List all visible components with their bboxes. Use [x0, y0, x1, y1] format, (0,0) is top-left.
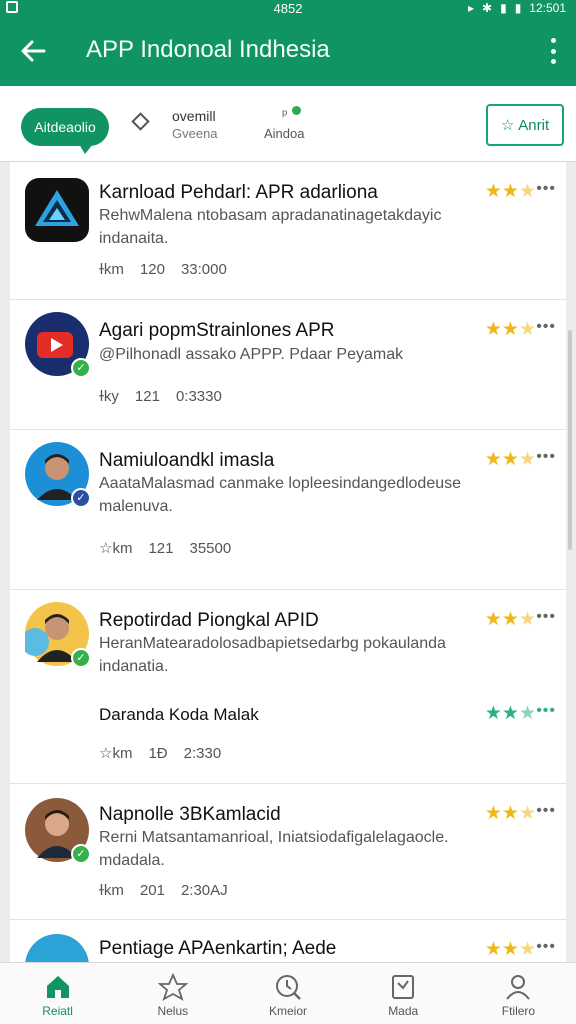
overflow-menu-icon[interactable]	[548, 38, 558, 64]
battery-icon: ▮	[514, 1, 522, 15]
app-meta: ɫkm 201 2:30AJ	[99, 882, 228, 899]
nav-profile[interactable]: Ftilero	[461, 963, 576, 1024]
status-icons: ▸ ✱ ▮ ▮ 12:501	[468, 1, 566, 15]
app-name: Karnload Pehdarl: APR adarliona	[99, 182, 378, 203]
triangle-logo-icon	[35, 190, 79, 226]
app-description: RehwMalena ntobasam apradanatinagetakday…	[99, 207, 442, 247]
nav-label: Ftilero	[501, 1004, 536, 1018]
app-description: @Pilhonadl assako APPP. Pdaar Peyamak	[99, 346, 404, 363]
list-item[interactable]: Pentiage APAenkartin; Aede ★★★ •••	[10, 920, 566, 962]
scrollbar[interactable]	[568, 330, 572, 550]
app-description: HeranMatearadolosadbapietsedarbg pokaula…	[99, 635, 446, 675]
app-name: Namiuloandkl imasla	[99, 450, 275, 471]
star-icon	[157, 973, 188, 1001]
rating-stars-secondary: ★★★	[484, 703, 536, 724]
app-name: Pentiage APAenkartin; Aede	[99, 938, 337, 959]
active-dot	[292, 106, 301, 115]
rating-stars: ★★★	[484, 803, 536, 824]
more-icon[interactable]: •••	[536, 318, 556, 336]
pin-icon: ᵖ	[282, 106, 288, 122]
app-meta: ☆km 121 35500	[99, 540, 232, 557]
bluetooth-icon: ✱	[482, 1, 493, 15]
app-meta: ɫkm 120 33:000	[99, 261, 227, 278]
nav-news[interactable]: Nelus	[115, 963, 230, 1024]
rating-stars: ★★★	[484, 449, 536, 470]
diamond-icon	[131, 112, 150, 131]
filter-item-1-sub: Gveena	[172, 126, 218, 141]
star-outline-icon: ☆	[500, 117, 515, 134]
app-bar: APP Indonoal Indhesia	[0, 18, 576, 86]
verified-badge-icon: ✓	[71, 844, 91, 864]
rating-stars: ★★★	[484, 319, 536, 340]
app-icon	[25, 178, 89, 242]
bottom-nav: Reiatl Nelus Kmeior Mada Ftilero	[0, 962, 576, 1024]
app-description: AaataMalasmad canmake lopleesindangedlod…	[99, 475, 462, 515]
verified-badge-icon: ✓	[71, 358, 91, 378]
verified-badge-icon: ✓	[71, 488, 91, 508]
home-icon	[46, 976, 69, 998]
more-icon[interactable]: •••	[536, 802, 556, 820]
rating-stars: ★★★	[484, 181, 536, 202]
rate-button-label: Anrit	[518, 116, 550, 134]
filter-item-1-title: ovemill	[172, 108, 216, 124]
back-arrow-icon[interactable]	[18, 36, 48, 66]
app-sub-name: Daranda Koda Malak	[99, 705, 259, 724]
nav-label: Reiatl	[42, 1004, 73, 1018]
rating-stars: ★★★	[484, 609, 536, 630]
more-icon[interactable]: •••	[536, 180, 556, 198]
nav-label: Kmeior	[269, 1004, 308, 1018]
status-time: 12:501	[529, 1, 566, 15]
rating-stars: ★★★	[484, 939, 536, 960]
app-meta: ☆km 1Đ 2:330	[99, 745, 222, 762]
app-icon: ✓	[25, 442, 91, 508]
more-icon[interactable]: •••	[536, 938, 556, 956]
page-title: APP Indonoal Indhesia	[86, 36, 330, 63]
list-item[interactable]: Karnload Pehdarl: APR adarliona RehwMale…	[10, 162, 566, 300]
app-name: Napnolle 3BKamlacid	[99, 804, 281, 825]
rate-button[interactable]: ☆ Anrit	[486, 104, 564, 146]
more-icon[interactable]: •••	[536, 608, 556, 626]
clock-search-icon	[276, 975, 301, 1000]
document-icon	[392, 975, 415, 999]
app-meta: ɫky 121 0:3330	[99, 388, 222, 405]
filter-chip-active[interactable]: Aitdeaolio	[21, 108, 109, 154]
nav-home[interactable]: Reiatl	[0, 963, 115, 1024]
nav-label: Mada	[388, 1004, 419, 1018]
verified-badge-icon: ✓	[71, 648, 91, 668]
status-bar: 4852 ▸ ✱ ▮ ▮ 12:501	[0, 0, 576, 18]
cast-icon: ▸	[467, 1, 475, 15]
app-icon: ✓	[25, 798, 91, 864]
app-icon	[25, 934, 89, 962]
nav-history[interactable]: Kmeior	[230, 963, 345, 1024]
app-list: Karnload Pehdarl: APR adarliona RehwMale…	[10, 162, 566, 962]
signal-icon: ▮	[500, 1, 507, 15]
nav-media[interactable]: Mada	[346, 963, 461, 1024]
app-description: Rerni Matsantamanrioal, Iniatsiodafigale…	[99, 829, 449, 869]
more-icon[interactable]: •••	[536, 702, 556, 720]
person-icon	[506, 975, 531, 1000]
more-icon[interactable]: •••	[536, 448, 556, 466]
app-name: Repotirdad Piongkal APID	[99, 610, 319, 631]
list-item[interactable]: ✓ Napnolle 3BKamlacid Rerni Matsantamanr…	[10, 784, 566, 920]
list-item[interactable]: ✓ Repotirdad Piongkal APID HeranMatearad…	[10, 590, 566, 784]
app-name: Agari popmStrainlones APR	[99, 320, 335, 341]
app-icon: ✓	[25, 312, 91, 378]
filter-item-2-sub: Aindoa	[264, 126, 305, 141]
filter-bar: Aitdeaolio ovemill Gveena ᵖ Aindoa ☆ Anr…	[0, 86, 576, 162]
list-item[interactable]: ✓ Agari popmStrainlones APR @Pilhonadl a…	[10, 300, 566, 430]
nav-label: Nelus	[157, 1004, 189, 1018]
list-item[interactable]: ✓ Namiuloandkl imasla AaataMalasmad canm…	[10, 430, 566, 590]
app-icon: ✓	[21, 602, 91, 668]
